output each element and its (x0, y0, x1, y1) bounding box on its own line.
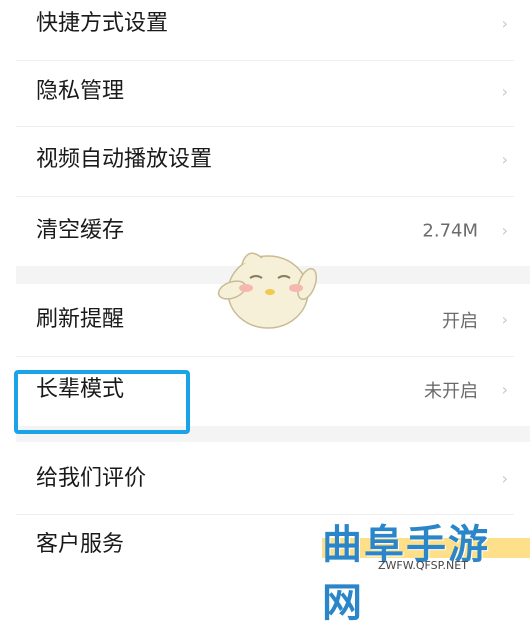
chevron-right-icon: › (501, 310, 508, 329)
settings-item-label: 视频自动播放设置 (36, 147, 213, 172)
settings-item-label: 客户服务 (36, 531, 125, 557)
settings-item-label: 隐私管理 (36, 79, 125, 104)
settings-item-label: 刷新提醒 (36, 307, 125, 332)
elder-mode-status: 未开启 (424, 381, 478, 402)
divider (16, 196, 514, 197)
cache-size-value: 2.74M (422, 220, 478, 242)
chevron-right-icon: › (501, 380, 508, 399)
settings-item-shortcut[interactable]: 快捷方式设置 › (0, 0, 530, 48)
chevron-right-icon: › (501, 469, 508, 488)
chevron-right-icon: › (501, 150, 508, 169)
chevron-right-icon: › (501, 221, 508, 240)
chevron-right-icon: › (501, 82, 508, 101)
divider (16, 356, 514, 357)
settings-item-autoplay[interactable]: 视频自动播放设置 › (0, 128, 530, 192)
chick-mascot-icon (217, 252, 318, 329)
settings-item-label: 清空缓存 (36, 218, 125, 243)
elder-mode-highlight-box (14, 370, 190, 434)
divider (16, 126, 514, 127)
settings-item-label: 快捷方式设置 (36, 11, 169, 36)
settings-item-label: 给我们评价 (36, 466, 147, 491)
settings-item-privacy[interactable]: 隐私管理 › (0, 62, 530, 122)
watermark-url: ZWFW.QFSP.NET (378, 559, 468, 572)
divider (16, 60, 514, 61)
settings-item-rate-us[interactable]: 给我们评价 › (0, 444, 530, 514)
chevron-right-icon: › (501, 14, 508, 33)
refresh-reminder-status: 开启 (442, 311, 478, 332)
